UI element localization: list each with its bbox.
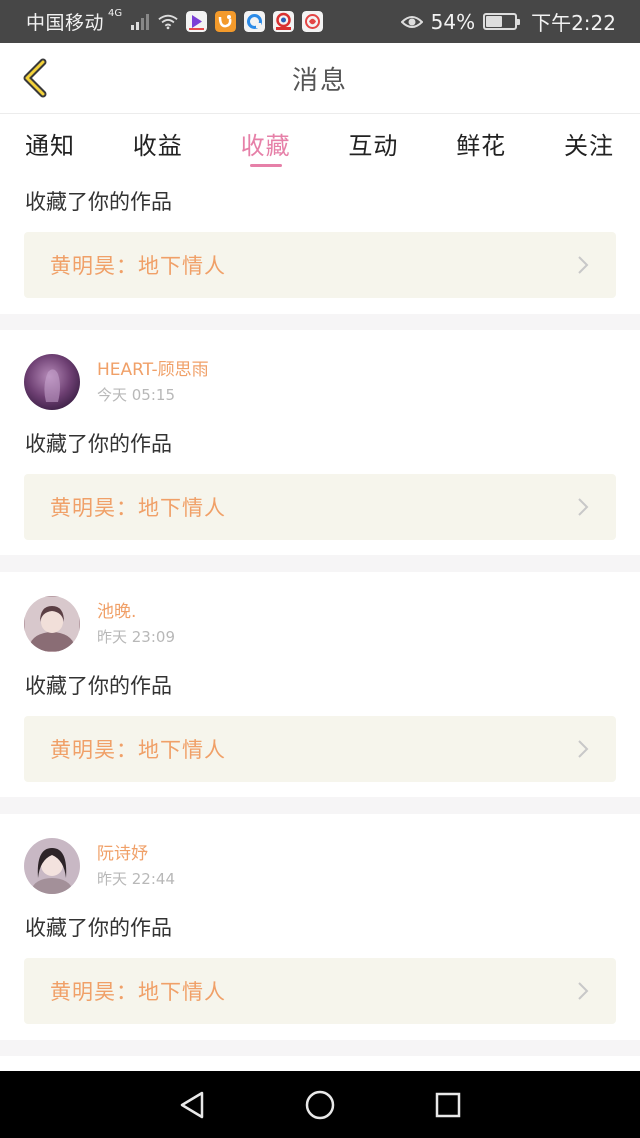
work-link[interactable]: 黄明昊：地下情人 [24, 232, 616, 298]
user-row[interactable]: HEART-顾思雨 今天 05:15 [24, 354, 209, 410]
battery-icon [483, 13, 521, 30]
status-bar-right: 54% 下午2:22 [400, 7, 616, 36]
username[interactable]: 阮诗妤 [97, 843, 175, 865]
work-title: 黄明昊：地下情人 [50, 980, 226, 1004]
timestamp: 今天 05:15 [97, 385, 175, 404]
avatar[interactable] [24, 354, 80, 410]
work-link[interactable]: 黄明昊：地下情人 [24, 958, 616, 1024]
tab-follows[interactable]: 关注 [564, 114, 614, 172]
top-bar: 消息 [0, 43, 640, 114]
wifi-icon [158, 14, 178, 29]
weibo-app-icon [302, 11, 324, 32]
notification-list[interactable]: 收藏了你的作品 黄明昊：地下情人 HEART-顾思雨 今天 05:15 收藏了你… [0, 172, 640, 1071]
video-app-icon [186, 11, 208, 32]
user-row[interactable]: 阮诗妤 昨天 22:44 [24, 838, 175, 894]
system-nav-bar [0, 1071, 640, 1138]
user-row[interactable]: 池晚. 昨天 23:09 [24, 596, 175, 652]
work-title: 黄明昊：地下情人 [50, 738, 226, 762]
tab-flowers[interactable]: 鲜花 [456, 114, 506, 172]
user-meta: 阮诗妤 昨天 22:44 [97, 843, 175, 890]
browser-app-icon [244, 11, 266, 32]
tab-favorites[interactable]: 收藏 [241, 114, 291, 172]
avatar[interactable] [24, 838, 80, 894]
username[interactable]: 池晚. [97, 601, 175, 623]
clock: 下午2:22 [531, 11, 616, 35]
news-app-icon [273, 11, 295, 32]
status-bar-left: 中国移动 4G [26, 8, 324, 35]
nav-home-button[interactable] [300, 1085, 340, 1125]
chevron-right-icon [578, 982, 589, 1000]
chevron-right-icon [578, 256, 589, 274]
action-text: 收藏了你的作品 [25, 190, 172, 214]
list-item: 池晚. 昨天 23:09 收藏了你的作品 黄明昊：地下情人 [0, 572, 640, 797]
nav-back-button[interactable] [172, 1085, 212, 1125]
uc-browser-icon [215, 11, 237, 32]
work-title: 黄明昊：地下情人 [50, 254, 226, 278]
avatar[interactable] [24, 596, 80, 652]
chevron-left-icon [23, 58, 47, 98]
action-text: 收藏了你的作品 [25, 916, 172, 940]
list-item: 收藏了你的作品 黄明昊：地下情人 [0, 172, 640, 314]
nav-recents-button[interactable] [428, 1085, 468, 1125]
action-text: 收藏了你的作品 [25, 432, 172, 456]
timestamp: 昨天 22:44 [97, 869, 175, 888]
tab-interactions[interactable]: 互动 [348, 114, 398, 172]
list-item: 阮诗妤 昨天 22:44 收藏了你的作品 黄明昊：地下情人 [0, 814, 640, 1040]
tab-earnings[interactable]: 收益 [133, 114, 183, 172]
carrier-label: 中国移动 [26, 12, 105, 34]
messages-screen: 中国移动 4G 54% 下午2:22 消息 通知 收益 收藏 互动 鲜花 关注 … [0, 0, 640, 1138]
square-recents-icon [435, 1092, 461, 1117]
network-type-label: 4G [108, 8, 123, 19]
user-meta: 池晚. 昨天 23:09 [97, 601, 175, 648]
list-item: HEART-顾思雨 今天 05:15 收藏了你的作品 黄明昊：地下情人 [0, 330, 640, 555]
chevron-right-icon [578, 740, 589, 758]
triangle-back-icon [180, 1091, 204, 1118]
action-text: 收藏了你的作品 [25, 674, 172, 698]
timestamp: 昨天 23:09 [97, 627, 175, 646]
work-link[interactable]: 黄明昊：地下情人 [24, 716, 616, 782]
username[interactable]: HEART-顾思雨 [97, 359, 209, 381]
back-button[interactable] [12, 55, 58, 101]
circle-home-icon [305, 1090, 335, 1119]
chevron-right-icon [578, 498, 589, 516]
tab-notifications[interactable]: 通知 [25, 114, 75, 172]
list-item [0, 1056, 640, 1071]
work-link[interactable]: 黄明昊：地下情人 [24, 474, 616, 540]
message-tabs: 通知 收益 收藏 互动 鲜花 关注 [0, 114, 640, 172]
battery-percent: 54% [430, 9, 476, 34]
work-title: 黄明昊：地下情人 [50, 496, 226, 520]
status-bar: 中国移动 4G 54% 下午2:22 [0, 0, 640, 43]
page-title: 消息 [291, 65, 348, 96]
signal-icon [131, 13, 150, 30]
eye-icon [400, 15, 423, 28]
user-meta: HEART-顾思雨 今天 05:15 [97, 359, 209, 406]
